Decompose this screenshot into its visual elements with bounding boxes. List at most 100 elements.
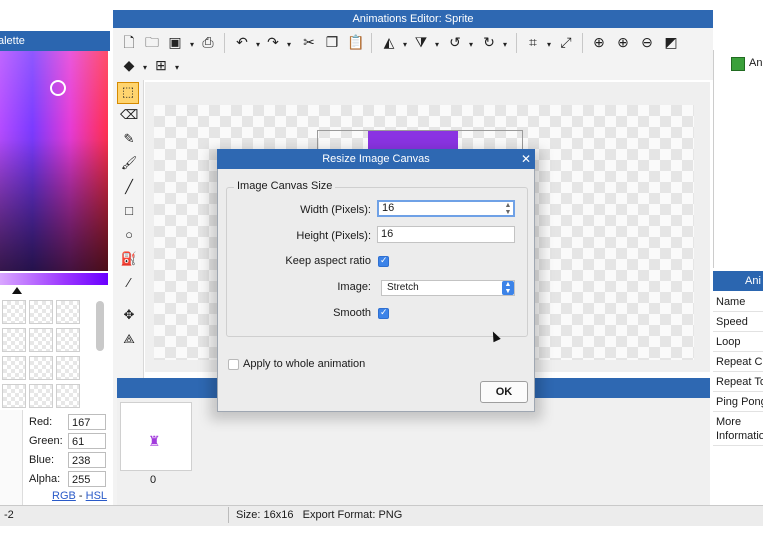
pencil-icon[interactable]: ✎ [120,130,138,148]
smooth-checkbox[interactable] [378,307,389,319]
image-label: Image: [337,281,371,293]
flip-vertical-dropdown-icon[interactable]: ▾ [428,33,446,54]
prop-ping-pong[interactable]: Ping Pong [713,392,763,412]
red-label: Red: [29,416,53,428]
animation-properties-header: Ani [713,271,763,291]
hue-slider-marker[interactable] [12,287,22,294]
link-separator: - [78,490,83,502]
prop-repeat-count[interactable]: Repeat Co [713,352,763,372]
swatch[interactable] [29,356,53,380]
swatch[interactable] [56,384,80,408]
redo-dropdown-icon[interactable]: ▾ [280,33,298,54]
status-export-format: Export Format: PNG [302,509,403,521]
status-info: Size: 16x16 Export Format: PNG [236,505,402,525]
alpha-field[interactable]: 255 [68,471,106,487]
canvas-size-group-label: Image Canvas Size [234,180,336,192]
zoom-in-icon[interactable]: ⊕ [614,33,632,51]
line-icon[interactable]: ╱ [120,178,138,196]
keep-aspect-label: Keep aspect ratio [285,255,371,267]
status-size: Size: 16x16 [236,509,294,521]
ok-button[interactable]: OK [480,381,528,403]
height-input[interactable]: 16 [377,226,515,243]
swatch-scrollbar[interactable] [96,301,104,351]
window-title: Animations Editor: Sprite [113,10,713,28]
status-divider [228,507,229,523]
swatch[interactable] [2,356,26,380]
save-icon[interactable]: ▣ [166,33,184,51]
animation-item-label[interactable]: An [749,57,762,69]
export-icon[interactable]: ⎙ [199,33,217,51]
prop-information: Informatio [713,426,763,446]
close-icon[interactable]: ✕ [518,149,534,169]
crop-dropdown-icon[interactable]: ▾ [540,33,558,54]
swatch[interactable] [2,300,26,324]
paste-icon[interactable]: 📋 [347,33,365,51]
brush-icon[interactable]: 🖌 [120,154,138,172]
height-label: Height (Pixels): [296,230,371,242]
blue-field[interactable]: 238 [68,452,106,468]
zoom-out-icon[interactable]: ⊖ [638,33,656,51]
move-icon[interactable]: ✥ [120,306,138,324]
palette-header: alette [0,31,110,51]
sprite-pixels [368,131,458,151]
width-label: Width (Pixels): [300,204,371,216]
swatch[interactable] [56,300,80,324]
grid-dropdown-icon[interactable]: ▾ [168,56,186,77]
width-input[interactable]: 16 [377,200,515,217]
apply-whole-animation-label: Apply to whole animation [243,358,366,370]
swatch[interactable] [2,384,26,408]
animation-strip-icon [731,57,745,71]
prop-speed[interactable]: Speed [713,312,763,332]
resize-icon[interactable]: ⤢ [557,33,575,51]
prop-repeat-to[interactable]: Repeat To [713,372,763,392]
copy-icon[interactable]: ❐ [323,33,341,51]
red-field[interactable]: 167 [68,414,106,430]
ellipse-icon[interactable]: ○ [120,226,138,244]
apply-whole-animation-checkbox[interactable] [228,359,239,370]
select-rect-icon[interactable]: ⬚ [117,82,139,104]
keep-aspect-checkbox[interactable] [378,255,389,267]
smooth-label: Smooth [333,307,371,319]
hsl-link[interactable]: HSL [86,490,107,502]
animations-list [713,50,763,268]
cut-icon[interactable]: ✂ [300,33,318,51]
color-mode-links: RGB - HSL [52,490,107,502]
color-picker-ring[interactable] [50,80,66,96]
open-folder-icon[interactable]: 🗀 [143,33,161,51]
green-label: Green: [29,435,63,447]
frame-index: 0 [150,474,157,486]
select-arrows-icon[interactable]: ▲ ▼ [502,281,514,295]
window-bottom [0,526,763,541]
rgb-link[interactable]: RGB [52,490,76,502]
swatch[interactable] [2,328,26,352]
alpha-label: Alpha: [29,473,61,485]
swatch[interactable] [29,328,53,352]
prop-name[interactable]: Name [713,292,763,312]
swatch[interactable] [56,356,80,380]
prop-loop[interactable]: Loop [713,332,763,352]
swatch[interactable] [56,328,80,352]
eraser-icon[interactable]: ⌫ [120,106,138,124]
current-color-preview [0,410,23,505]
width-stepper-icon[interactable]: ▲ ▼ [503,202,513,216]
rotate-cw-dropdown-icon[interactable]: ▾ [496,33,514,54]
blue-label: Blue: [29,454,55,466]
image-mode-select[interactable]: Stretch [381,280,515,296]
green-field[interactable]: 61 [68,433,106,449]
path-icon[interactable]: ⟁ [120,330,138,348]
hue-slider[interactable] [0,273,108,285]
toolbar-separator [516,33,517,53]
rectangle-icon[interactable]: □ [120,202,138,220]
new-file-icon[interactable]: 🗋 [120,33,138,51]
fill-bucket-icon[interactable]: ⛽ [120,250,138,268]
swatch[interactable] [29,384,53,408]
sprite-thumbnail-icon: ♜ [148,433,161,449]
toolbar-separator [582,33,583,53]
eyedropper-icon[interactable]: ⁄ [120,274,138,292]
toolbar-separator [224,33,225,53]
color-picker-icon[interactable]: ◩ [662,33,680,51]
rotate-ccw-dropdown-icon[interactable]: ▾ [462,33,480,54]
dialog-title: Resize Image Canvas [217,149,535,169]
zoom-fit-icon[interactable]: ⊕ [590,33,608,51]
swatch[interactable] [29,300,53,324]
